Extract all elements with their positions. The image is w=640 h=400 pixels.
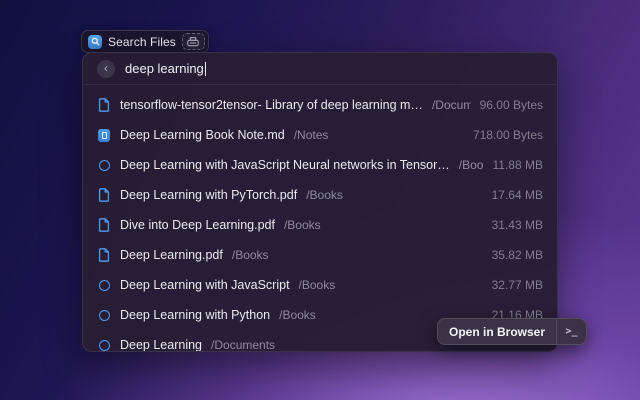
file-name: Deep Learning (120, 338, 202, 352)
search-files-window: ‹ deep learning tensorflow-tensor2tensor… (82, 52, 558, 352)
file-name: Deep Learning.pdf (120, 248, 223, 262)
file-path: /Books (284, 218, 321, 232)
circle-file-icon (99, 340, 110, 351)
file-size: 32.77 MB (492, 278, 543, 292)
open-in-browser-button[interactable]: Open in Browser >_ (437, 318, 587, 345)
file-result-row[interactable]: Dive into Deep Learning.pdf /Books 31.43… (83, 210, 557, 240)
file-path: /Books (299, 278, 336, 292)
file-path: /Books (306, 188, 343, 202)
circle-file-icon (99, 310, 110, 321)
circle-file-icon (97, 340, 111, 351)
circle-file-icon (97, 310, 111, 321)
document-file-icon (97, 248, 111, 262)
circle-file-icon (99, 280, 110, 291)
search-bar: ‹ deep learning (83, 53, 557, 85)
file-result-row[interactable]: tensorflow-tensor2tensor- Library of dee… (83, 90, 557, 120)
file-size: 11.88 MB (493, 158, 543, 172)
chevron-left-icon[interactable]: ‹ (97, 60, 115, 78)
file-name: Deep Learning Book Note.md (120, 128, 285, 142)
search-input[interactable]: deep learning (125, 61, 206, 76)
file-result-row[interactable]: Deep Learning with JavaScript Neural net… (83, 150, 557, 180)
terminal-key-icon: >_ (556, 319, 586, 344)
file-result-row[interactable]: Deep Learning.pdf /Books 35.82 MB (83, 240, 557, 270)
document-file-icon (97, 188, 111, 202)
search-input-value: deep learning (125, 61, 204, 76)
printer-icon (182, 33, 205, 50)
document-file-icon (97, 98, 111, 112)
file-result-row[interactable]: Deep Learning with JavaScript /Books 32.… (83, 270, 557, 300)
file-path: /Notes (294, 128, 329, 142)
file-name: Deep Learning with PyTorch.pdf (120, 188, 297, 202)
markdown-file-icon (97, 129, 111, 142)
circle-file-icon (97, 280, 111, 291)
file-size: 35.82 MB (492, 248, 543, 262)
file-result-row[interactable]: Deep Learning with PyTorch.pdf /Books 17… (83, 180, 557, 210)
open-in-browser-label: Open in Browser (438, 319, 556, 344)
circle-file-icon (97, 160, 111, 171)
file-name: Deep Learning with JavaScript (120, 278, 290, 292)
file-result-row[interactable]: Deep Learning Book Note.md /Notes 718.00… (83, 120, 557, 150)
file-path: /Books/Deep Learning wi… (459, 158, 484, 172)
file-size: 31.43 MB (492, 218, 543, 232)
file-size: 17.64 MB (492, 188, 543, 202)
file-path: /Books (279, 308, 316, 322)
file-name: tensorflow-tensor2tensor- Library of dee… (120, 98, 423, 112)
file-path: /Books (232, 248, 269, 262)
file-path: /Documents/Graduate S… (432, 98, 471, 112)
command-badge[interactable]: Search Files (81, 30, 209, 53)
circle-file-icon (99, 160, 110, 171)
results-list: tensorflow-tensor2tensor- Library of dee… (83, 85, 557, 352)
file-size: 718.00 Bytes (473, 128, 543, 142)
command-badge-label: Search Files (108, 35, 176, 49)
file-name: Deep Learning with Python (120, 308, 270, 322)
search-files-app-icon (88, 35, 102, 49)
text-caret (205, 62, 207, 76)
markdown-note-icon (98, 129, 110, 142)
file-path: /Documents (211, 338, 275, 352)
desktop-background: Search Files ‹ deep learning tensorflow-… (0, 0, 640, 400)
file-size: 96.00 Bytes (480, 98, 543, 112)
file-name: Deep Learning with JavaScript Neural net… (120, 158, 450, 172)
file-name: Dive into Deep Learning.pdf (120, 218, 275, 232)
document-file-icon (97, 218, 111, 232)
